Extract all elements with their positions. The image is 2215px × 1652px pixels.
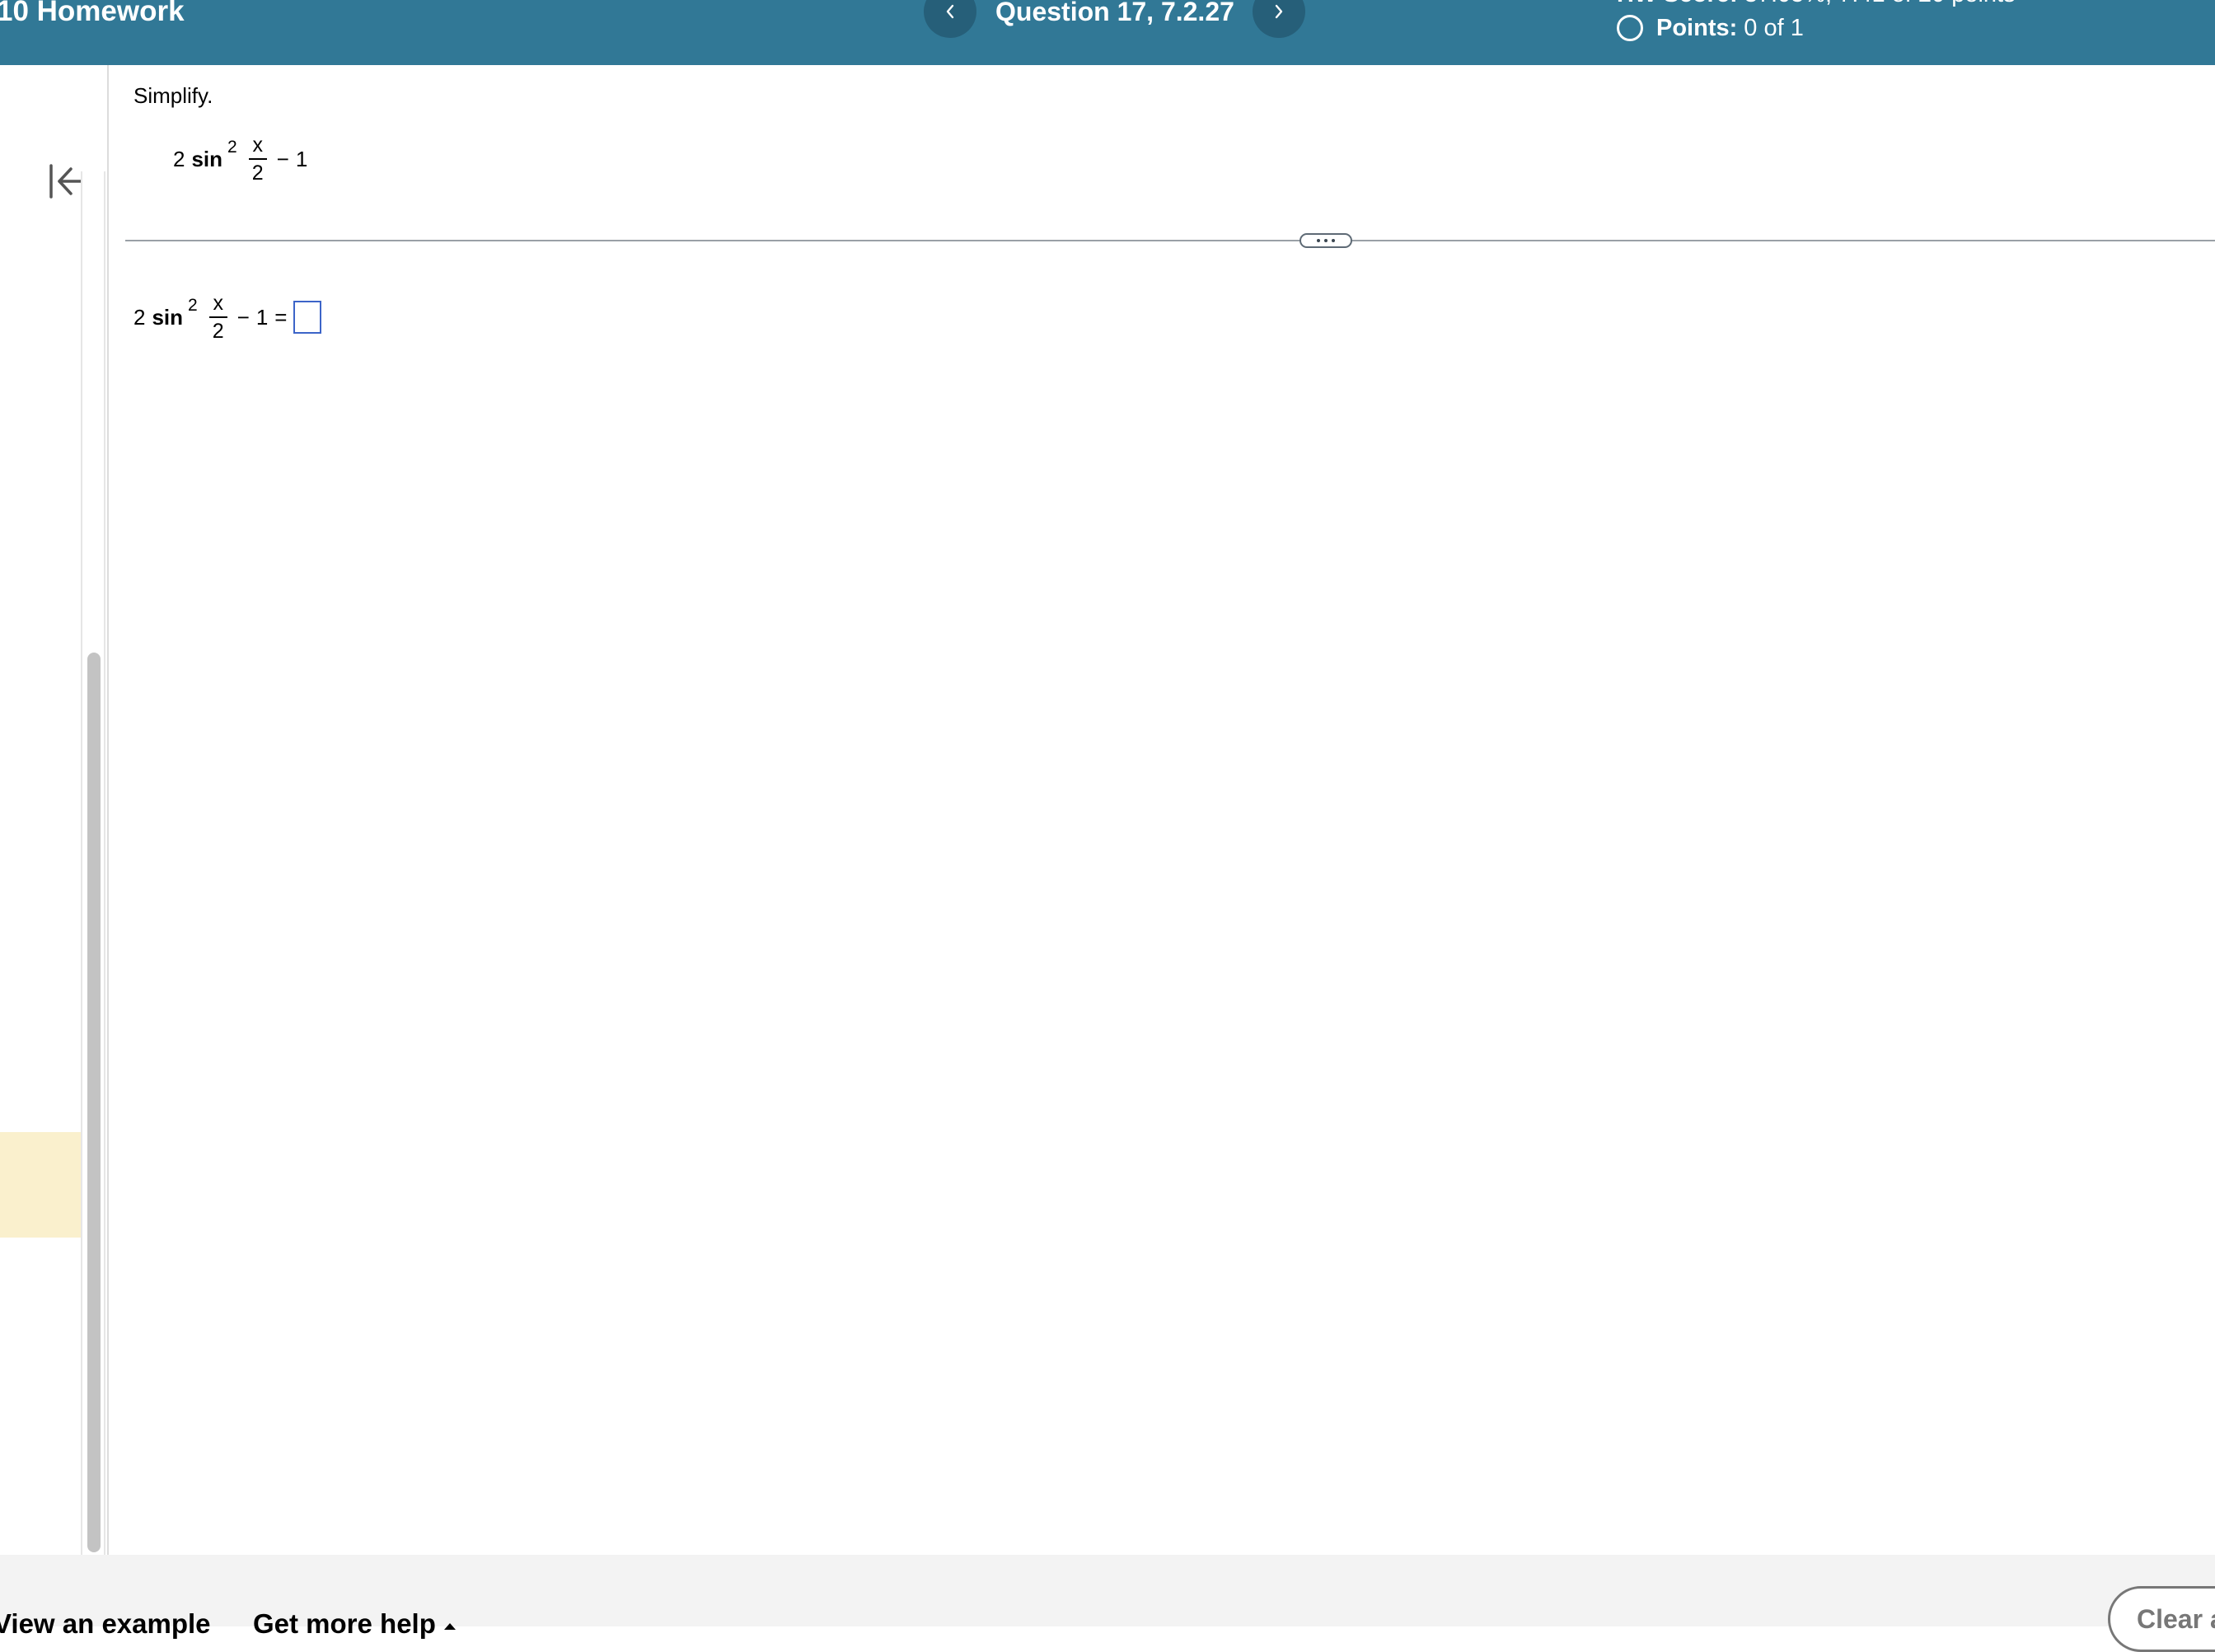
current-question-highlight bbox=[0, 1132, 81, 1238]
fraction-denominator: 2 bbox=[251, 161, 264, 185]
hw-score: HW Score: 37.05%, 7.41 of 20 points bbox=[1617, 0, 2016, 8]
answer-function: sin bbox=[152, 304, 184, 330]
question-content: Simplify. 2 sin 2 x 2 − 1 2 sin 2 x 2 − … bbox=[107, 65, 2215, 1555]
answer-operator: − bbox=[236, 304, 250, 330]
answer-fraction-bar bbox=[208, 316, 227, 318]
header-bar: 10 Homework Question 17, 7.2.27 HW Score… bbox=[0, 0, 2215, 65]
expression-constant: 1 bbox=[295, 146, 308, 171]
next-question-button[interactable] bbox=[1253, 0, 1305, 38]
footer-bar: View an example Get more help Clear all bbox=[0, 1555, 2215, 1652]
chevron-left-icon bbox=[946, 4, 954, 19]
answer-equals: = bbox=[274, 304, 288, 330]
caret-up-icon bbox=[443, 1623, 456, 1630]
fraction-bar bbox=[248, 158, 267, 160]
handle-dot bbox=[1332, 239, 1335, 242]
instruction-text: Simplify. bbox=[133, 83, 213, 108]
points-label: Points: bbox=[1656, 14, 1738, 41]
question-list-scrollbar-thumb[interactable] bbox=[87, 653, 101, 1552]
answer-input[interactable] bbox=[293, 301, 322, 334]
pane-resize-handle[interactable] bbox=[1299, 233, 1352, 248]
answer-constant: 1 bbox=[255, 304, 269, 330]
circle-icon bbox=[1617, 15, 1643, 41]
expression-operator: − bbox=[276, 146, 289, 171]
assignment-title: 10 Homework bbox=[0, 0, 185, 27]
answer-expression: 2 sin 2 x 2 − 1 = bbox=[133, 292, 322, 343]
handle-dot bbox=[1324, 239, 1328, 242]
expression-fraction: x 2 bbox=[248, 133, 267, 185]
answer-exponent: 2 bbox=[188, 296, 198, 315]
answer-fraction-denominator: 2 bbox=[212, 320, 224, 343]
pane-divider bbox=[125, 240, 2215, 241]
previous-question-button[interactable] bbox=[924, 0, 976, 38]
hw-score-value: 37.05%, 7.41 of 20 points bbox=[1744, 0, 2016, 7]
points-value: 0 of 1 bbox=[1744, 14, 1804, 41]
clear-all-button[interactable]: Clear all bbox=[2108, 1586, 2215, 1652]
get-more-help-link[interactable]: Get more help bbox=[253, 1608, 456, 1640]
answer-fraction: x 2 bbox=[208, 292, 227, 343]
view-example-link[interactable]: View an example bbox=[0, 1608, 211, 1640]
get-more-help-label: Get more help bbox=[253, 1608, 436, 1639]
points-indicator: Points: 0 of 1 bbox=[1617, 12, 1804, 44]
question-title: Question 17, 7.2.27 bbox=[995, 0, 1234, 26]
expression-exponent: 2 bbox=[227, 138, 237, 157]
answer-fraction-numerator: x bbox=[213, 292, 223, 315]
fraction-numerator: x bbox=[252, 133, 263, 157]
hw-score-label: HW Score: bbox=[1617, 0, 1738, 7]
given-expression: 2 sin 2 x 2 − 1 bbox=[173, 134, 307, 184]
expression-coefficient: 2 bbox=[173, 146, 185, 171]
handle-dot bbox=[1317, 239, 1320, 242]
chevron-right-icon bbox=[1275, 4, 1283, 19]
expression-function: sin bbox=[191, 146, 223, 171]
answer-coefficient: 2 bbox=[133, 304, 146, 330]
